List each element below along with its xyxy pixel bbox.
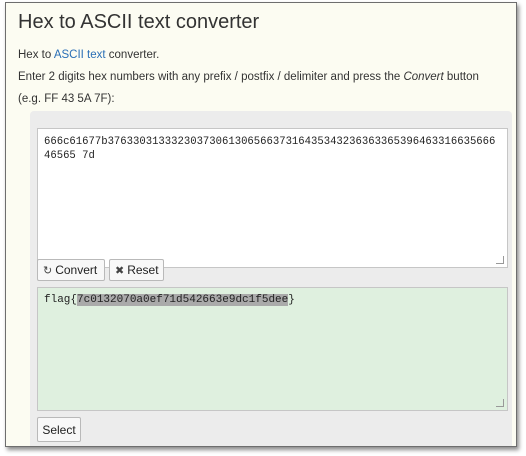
convert-button[interactable]: ↻ Convert xyxy=(37,259,105,281)
output-prefix: flag{ xyxy=(44,294,78,306)
reset-button[interactable]: ✖ Reset xyxy=(109,259,164,281)
instructions-text: Enter 2 digits hex numbers with any pref… xyxy=(18,71,479,83)
reset-label: Reset xyxy=(127,263,159,277)
instructions-emphasis: Convert xyxy=(403,71,444,83)
intro-suffix: converter. xyxy=(105,49,160,61)
select-label: Select xyxy=(42,422,76,437)
converter-panel: 666c61677b376330313332303730613065663731… xyxy=(30,111,512,446)
close-icon: ✖ xyxy=(115,264,125,277)
hex-input[interactable]: 666c61677b376330313332303730613065663731… xyxy=(37,128,508,268)
page-title: Hex to ASCII text converter xyxy=(18,11,260,33)
converter-window: Hex to ASCII text converter Hex to ASCII… xyxy=(5,2,517,447)
intro-text: Hex to ASCII text converter. xyxy=(18,49,159,61)
ascii-text-link[interactable]: ASCII text xyxy=(54,49,106,61)
resize-handle[interactable] xyxy=(496,256,504,264)
convert-label: Convert xyxy=(55,263,98,277)
instructions-pre: Enter 2 digits hex numbers with any pref… xyxy=(18,71,404,83)
select-button[interactable]: Select xyxy=(37,417,81,442)
example-text: (e.g. FF 43 5A 7F): xyxy=(18,93,115,105)
output-suffix: } xyxy=(288,294,295,306)
hex-input-value: 666c61677b376330313332303730613065663731… xyxy=(44,136,496,162)
intro-prefix: Hex to xyxy=(18,49,54,61)
instructions-post: button xyxy=(443,71,479,83)
ascii-output[interactable]: flag{7c0132070a0ef71d542663e9dc1f5dee} xyxy=(37,287,508,411)
resize-handle[interactable] xyxy=(496,399,504,407)
refresh-icon: ↻ xyxy=(43,264,53,277)
output-highlight: 7c0132070a0ef71d542663e9dc1f5dee xyxy=(77,294,289,306)
